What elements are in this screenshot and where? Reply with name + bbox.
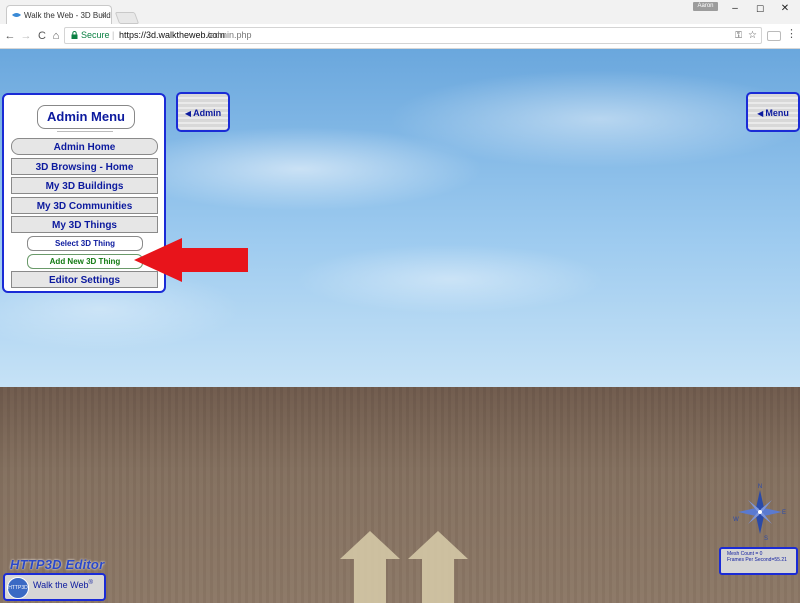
- my-3d-communities-button[interactable]: My 3D Communities: [11, 197, 158, 214]
- lock-icon: [71, 31, 78, 39]
- menu-tab-button[interactable]: ◀ Menu: [746, 92, 800, 132]
- favicon-icon: [12, 13, 21, 17]
- move-arrows-icon[interactable]: [340, 531, 476, 603]
- browser-menu-icon[interactable]: ⋮: [786, 27, 797, 41]
- divider: [57, 131, 113, 132]
- forward-button[interactable]: →: [20, 30, 32, 42]
- home-button[interactable]: ⌂: [50, 30, 62, 42]
- admin-home-button[interactable]: Admin Home: [11, 138, 158, 155]
- url-separator: |: [112, 30, 115, 40]
- my-3d-buildings-button[interactable]: My 3D Buildings: [11, 177, 158, 194]
- admin-tab-button[interactable]: ◀ Admin: [176, 92, 230, 132]
- secure-label: Secure: [81, 30, 110, 40]
- walk-the-web-label: Walk the Web: [33, 580, 89, 590]
- close-window-button[interactable]: ✕: [778, 3, 792, 15]
- my-3d-things-button[interactable]: My 3D Things: [11, 216, 158, 233]
- menu-tab-label: Menu: [765, 108, 789, 118]
- back-button[interactable]: ←: [4, 30, 16, 42]
- bookmark-star-icon[interactable]: ☆: [748, 28, 757, 43]
- tab-title: Walk the Web - 3D Buildi: [24, 11, 112, 20]
- compass-north-label: N: [758, 484, 762, 490]
- http3d-editor-title: HTTP3D Editor: [10, 557, 105, 572]
- walk-the-web-button[interactable]: HTTP3D Walk the Web®: [3, 573, 106, 601]
- http3d-logo: HTTP3D: [7, 577, 29, 599]
- add-new-3d-thing-button[interactable]: Add New 3D Thing: [27, 254, 143, 269]
- compass-south-label: S: [764, 536, 768, 541]
- select-3d-thing-button[interactable]: Select 3D Thing: [27, 236, 143, 251]
- new-tab-button[interactable]: [114, 12, 140, 24]
- window-titlebar: Walk the Web - 3D Buildi × Aaron – ☐ ✕: [0, 0, 800, 24]
- address-bar[interactable]: Secure | https://3d.walktheweb.com /admi…: [64, 27, 762, 44]
- registered-mark: ®: [88, 580, 93, 586]
- tab-close-icon[interactable]: ×: [101, 6, 106, 24]
- key-icon[interactable]: ⚿: [735, 28, 742, 43]
- compass-west-label: W: [733, 517, 739, 523]
- compass-icon[interactable]: N E S W: [733, 483, 787, 541]
- frames-per-second: Frames Per Second=55.21: [727, 557, 787, 563]
- stats-panel: Mesh Count = 0 Frames Per Second=55.21: [719, 547, 798, 575]
- url-path: /admin.php: [207, 30, 252, 40]
- 3d-browsing-home-button[interactable]: 3D Browsing - Home: [11, 158, 158, 175]
- red-pointer-arrow-icon: [134, 238, 248, 282]
- collapse-left-icon: ◀: [757, 109, 764, 118]
- profile-badge[interactable]: Aaron: [693, 2, 718, 11]
- browser-tab[interactable]: Walk the Web - 3D Buildi ×: [6, 5, 112, 24]
- minimize-button[interactable]: –: [728, 3, 742, 15]
- browser-toolbar: ← → C ⌂ Secure | https://3d.walktheweb.c…: [0, 24, 800, 49]
- collapse-left-icon: ◀: [184, 109, 192, 118]
- extension-icon[interactable]: [767, 31, 781, 41]
- admin-menu-title: Admin Menu: [37, 105, 135, 129]
- maximize-button[interactable]: ☐: [753, 3, 767, 15]
- reload-button[interactable]: C: [36, 30, 48, 42]
- compass-east-label: E: [782, 510, 786, 516]
- 3d-scene-canvas[interactable]: Admin Menu Admin Home 3D Browsing - Home…: [0, 49, 800, 603]
- admin-tab-label: Admin: [193, 108, 222, 118]
